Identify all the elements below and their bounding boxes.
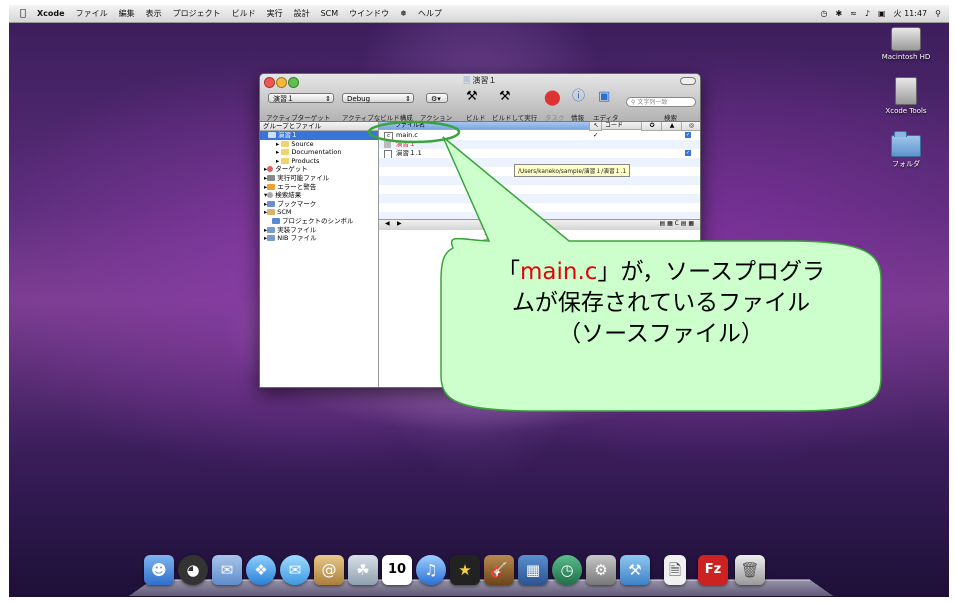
ichat-icon[interactable]: ✉ — [280, 555, 310, 585]
document-icon[interactable]: 🗎 — [664, 555, 686, 585]
callout-highlight-filename: main.c — [520, 259, 598, 285]
callout-line-1: 「main.c」が，ソースプログラ — [497, 259, 825, 285]
safari-icon[interactable]: ❖ — [246, 555, 276, 585]
dashboard-icon[interactable]: ◕ — [178, 555, 208, 585]
iphoto-icon[interactable]: ☘ — [348, 555, 378, 585]
itunes-icon[interactable]: ♫ — [416, 555, 446, 585]
callout-text: 「main.c」が，ソースプログラ ムが保存されているファイル （ソースファイル… — [447, 257, 875, 350]
callout-line-2: ムが保存されているファイル — [511, 290, 811, 316]
imovie-icon[interactable]: ★ — [450, 555, 480, 585]
desktop-screen:  Xcode ファイル 編集 表示 プロジェクト ビルド 実行 設計 SCM … — [9, 5, 949, 597]
dock: ☻ ◕ ✉ ❖ ✉ @ ☘ 10 ♫ ★ 🎸 ▦ ◷ ⚙ ⚒ 🗎 Fz 🗑 — [121, 547, 841, 597]
ical-icon[interactable]: 10 — [382, 555, 412, 585]
trash-icon[interactable]: 🗑 — [735, 555, 765, 585]
filezilla-icon[interactable]: Fz — [698, 555, 728, 585]
mail-icon[interactable]: ✉ — [212, 555, 242, 585]
addressbook-icon[interactable]: @ — [314, 555, 344, 585]
finder-icon[interactable]: ☻ — [144, 555, 174, 585]
timemachine-icon[interactable]: ◷ — [552, 555, 582, 585]
spaces-icon[interactable]: ▦ — [518, 555, 548, 585]
callout-line-3: （ソースファイル） — [558, 321, 764, 347]
garageband-icon[interactable]: 🎸 — [484, 555, 514, 585]
systempreferences-icon[interactable]: ⚙ — [586, 555, 616, 585]
xcode-icon[interactable]: ⚒ — [620, 555, 650, 585]
